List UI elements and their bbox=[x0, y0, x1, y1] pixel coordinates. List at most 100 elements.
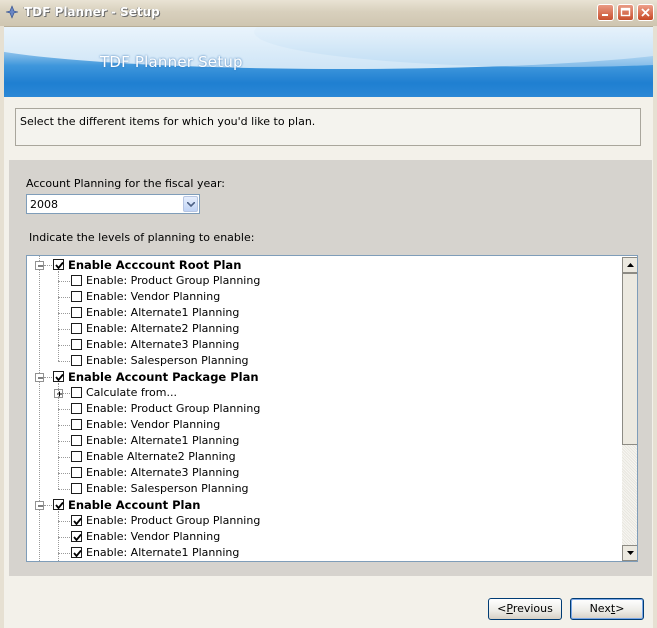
tree-node-child[interactable]: Enable: Vendor Planning bbox=[27, 417, 621, 433]
tree-checkbox[interactable] bbox=[71, 451, 82, 462]
tree-node-label: Enable: Alternate1 Planning bbox=[86, 306, 240, 319]
tree-connector bbox=[58, 553, 70, 554]
fiscal-year-label: Account Planning for the fiscal year: bbox=[26, 177, 226, 190]
tree-node-parent[interactable]: Enable Acccount Root Plan bbox=[27, 257, 621, 273]
tree-node-label: Enable: Alternate1 Planning bbox=[86, 546, 240, 559]
tree-connector bbox=[58, 281, 70, 282]
scroll-down-button[interactable] bbox=[622, 545, 637, 561]
tree-checkbox[interactable] bbox=[71, 419, 82, 430]
tree-node-child[interactable]: Enable: Alternate3 Planning bbox=[27, 465, 621, 481]
minimize-button[interactable] bbox=[597, 4, 614, 21]
tree-checkbox[interactable] bbox=[71, 307, 82, 318]
tree-checkbox[interactable] bbox=[71, 531, 82, 542]
fiscal-year-select[interactable]: 2008 bbox=[26, 194, 200, 214]
tree-node-child[interactable]: Enable: Product Group Planning bbox=[27, 401, 621, 417]
tree-connector bbox=[58, 521, 70, 522]
collapse-icon[interactable] bbox=[35, 373, 44, 382]
tree-checkbox[interactable] bbox=[71, 275, 82, 286]
dropdown-button[interactable] bbox=[183, 196, 198, 212]
tree-node-label: Enable: Salesperson Planning bbox=[86, 354, 249, 367]
planning-levels-tree[interactable]: Enable Acccount Root Plan Enable: Product… bbox=[26, 255, 638, 562]
tree-node-label: Enable Alternate2 Planning bbox=[86, 450, 236, 463]
header-banner: TDF Planner Setup bbox=[4, 27, 653, 97]
tree-connector bbox=[44, 505, 52, 506]
tree-node-label: Enable Acccount Root Plan bbox=[68, 258, 242, 272]
tree-connector bbox=[58, 409, 70, 410]
tree-node-label: Enable: Salesperson Planning bbox=[86, 482, 249, 495]
instruction-box: Select the different items for which you… bbox=[15, 108, 641, 146]
tree-connector bbox=[58, 345, 70, 346]
tree-checkbox[interactable] bbox=[71, 323, 82, 334]
tree-checkbox[interactable] bbox=[53, 259, 64, 270]
tree-node-label: Enable: Vendor Planning bbox=[86, 530, 221, 543]
previous-label: <Previous bbox=[497, 602, 553, 615]
tree-node-child[interactable]: Enable: Product Group Planning bbox=[27, 513, 621, 529]
tree-checkbox[interactable] bbox=[71, 291, 82, 302]
scroll-up-button[interactable] bbox=[622, 257, 637, 273]
maximize-button[interactable] bbox=[617, 4, 634, 21]
title-bar: TDF Planner - Setup bbox=[0, 0, 657, 27]
tree-connector bbox=[58, 361, 70, 362]
tree-node-child[interactable]: Enable: Alternate1 Planning bbox=[27, 305, 621, 321]
tree-connector bbox=[58, 425, 70, 426]
tree-node-child[interactable]: Enable: Alternate1 Planning bbox=[27, 433, 621, 449]
tree-checkbox[interactable] bbox=[71, 355, 82, 366]
tree-node-child[interactable]: Enable: Vendor Planning bbox=[27, 289, 621, 305]
tree-checkbox[interactable] bbox=[71, 483, 82, 494]
tree-node-child[interactable]: Enable: Alternate2 Planning bbox=[27, 321, 621, 337]
tree-node-label: Enable: Vendor Planning bbox=[86, 290, 221, 303]
tree-node-label: Enable: Product Group Planning bbox=[86, 402, 261, 415]
tree-connector bbox=[58, 537, 70, 538]
tree-node-child[interactable]: Enable: Alternate3 Planning bbox=[27, 337, 621, 353]
tree-connector bbox=[58, 441, 70, 442]
tree-node-label: Enable Account Package Plan bbox=[68, 370, 259, 384]
tree-node-child[interactable]: Enable: Alternate1 Planning bbox=[27, 545, 621, 561]
tree-node-label: Enable: Product Group Planning bbox=[86, 514, 261, 527]
tree-checkbox[interactable] bbox=[71, 387, 82, 398]
tree-node-label: Enable: Alternate3 Planning bbox=[86, 338, 240, 351]
tree-node-parent[interactable]: Enable Account Plan bbox=[27, 497, 621, 513]
tree-guide-line bbox=[58, 511, 59, 561]
tree-node-child[interactable]: Enable Alternate2 Planning bbox=[27, 449, 621, 465]
tree-node-label: Enable: Vendor Planning bbox=[86, 418, 221, 431]
tree-checkbox[interactable] bbox=[71, 547, 82, 558]
tree-node-child[interactable]: Calculate from... bbox=[27, 385, 621, 401]
tree-node-label: Enable Account Plan bbox=[68, 498, 201, 512]
tree-checkbox[interactable] bbox=[53, 371, 64, 382]
tree-connector bbox=[58, 313, 70, 314]
collapse-icon[interactable] bbox=[35, 501, 44, 510]
tree-connector bbox=[58, 489, 70, 490]
tree-connector bbox=[44, 265, 52, 266]
scroll-thumb[interactable] bbox=[622, 273, 637, 445]
collapse-icon[interactable] bbox=[35, 261, 44, 270]
tree-checkbox[interactable] bbox=[71, 403, 82, 414]
levels-label: Indicate the levels of planning to enabl… bbox=[29, 231, 255, 244]
next-button[interactable]: Next> bbox=[570, 598, 644, 620]
tree-connector bbox=[58, 297, 70, 298]
tree-checkbox[interactable] bbox=[71, 467, 82, 478]
fiscal-year-value: 2008 bbox=[30, 198, 58, 211]
tree-checkbox[interactable] bbox=[71, 515, 82, 526]
tree-node-child[interactable]: Enable: Salesperson Planning bbox=[27, 353, 621, 369]
window-title: TDF Planner - Setup bbox=[24, 5, 160, 19]
tree-node-child[interactable]: Enable: Vendor Planning bbox=[27, 529, 621, 545]
tree-checkbox[interactable] bbox=[53, 499, 64, 510]
banner-title: TDF Planner Setup bbox=[100, 53, 243, 71]
tree-node-child[interactable]: Enable: Product Group Planning bbox=[27, 273, 621, 289]
tree-guide-line bbox=[58, 383, 59, 489]
window-border-right bbox=[653, 26, 657, 628]
tree-node-label: Enable: Alternate1 Planning bbox=[86, 434, 240, 447]
close-button[interactable] bbox=[637, 4, 654, 21]
app-icon bbox=[5, 5, 19, 19]
tree-node-label: Enable: Alternate3 Planning bbox=[86, 466, 240, 479]
tree-node-child[interactable]: Enable: Salesperson Planning bbox=[27, 481, 621, 497]
tree-connector bbox=[58, 457, 70, 458]
tree-checkbox[interactable] bbox=[71, 339, 82, 350]
tree-checkbox[interactable] bbox=[71, 435, 82, 446]
tree-scrollbar[interactable] bbox=[622, 257, 637, 561]
tree-node-label: Enable: Alternate2 Planning bbox=[86, 322, 240, 335]
tree-node-parent[interactable]: Enable Account Package Plan bbox=[27, 369, 621, 385]
tree-node-label: Enable: Product Group Planning bbox=[86, 274, 261, 287]
previous-button[interactable]: <Previous bbox=[488, 598, 562, 620]
tree-node-label: Calculate from... bbox=[86, 386, 177, 399]
